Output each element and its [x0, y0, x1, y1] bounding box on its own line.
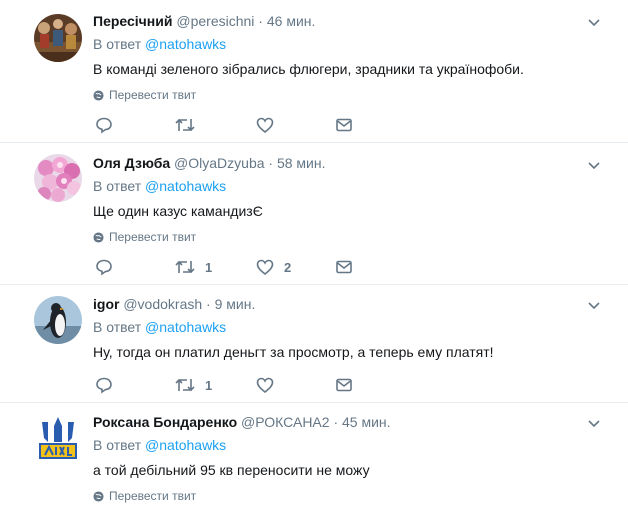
- avatar[interactable]: [34, 154, 82, 202]
- user-handle[interactable]: @РОКСАНА2: [241, 414, 330, 430]
- tweet[interactable]: Оля Дзюба @OlyaDzyuba · 58 мин. В ответ …: [0, 143, 628, 285]
- reply-icon: [96, 377, 112, 394]
- user-handle[interactable]: @vodokrash: [123, 296, 202, 312]
- tweet-text: Ще один казус камандизЄ: [93, 203, 263, 219]
- mention-link[interactable]: @natohawks: [145, 319, 226, 335]
- separator: ·: [333, 414, 339, 430]
- like-icon: [256, 117, 274, 134]
- reply-button[interactable]: [95, 374, 113, 396]
- user-handle[interactable]: @peresichni: [176, 13, 254, 29]
- avatar[interactable]: [34, 296, 82, 344]
- like-button[interactable]: 2: [256, 256, 291, 278]
- tweet-header: Роксана Бондаренко @РОКСАНА2 · 45 мин.: [93, 413, 618, 431]
- tweet-text: а той дебільний 95 кв переносити не можу: [93, 462, 370, 478]
- dm-button[interactable]: [335, 374, 353, 396]
- like-button[interactable]: [256, 114, 284, 136]
- tweet-header: Оля Дзюба @OlyaDzyuba · 58 мин.: [93, 154, 618, 172]
- translate-link[interactable]: Перевести твит: [93, 229, 618, 245]
- tweet-text: Ну, тогда он платил деньгт за просмотр, …: [93, 344, 494, 360]
- mention-link[interactable]: @natohawks: [145, 178, 226, 194]
- dm-icon: [336, 118, 352, 132]
- reply-context: В ответ @natohawks: [93, 177, 618, 195]
- user-name[interactable]: Оля Дзюба: [93, 155, 170, 171]
- user-handle[interactable]: @OlyaDzyuba: [174, 155, 264, 171]
- timestamp[interactable]: 9 мин.: [215, 296, 256, 312]
- tweet[interactable]: Роксана Бондаренко @РОКСАНА2 · 45 мин. В…: [0, 403, 628, 508]
- separator: ·: [258, 13, 263, 29]
- timestamp[interactable]: 58 мин.: [277, 155, 326, 171]
- dm-button[interactable]: [335, 114, 353, 136]
- user-name[interactable]: igor: [93, 296, 119, 312]
- like-button[interactable]: [256, 374, 284, 396]
- timestamp[interactable]: 46 мин.: [267, 13, 316, 29]
- avatar[interactable]: [34, 414, 82, 462]
- dm-button[interactable]: [335, 256, 353, 278]
- like-icon: [256, 259, 274, 276]
- separator: ·: [268, 155, 274, 171]
- dm-icon: [336, 378, 352, 392]
- like-icon: [256, 377, 274, 394]
- tweet-header: igor @vodokrash · 9 мин.: [93, 295, 618, 313]
- tweet[interactable]: Пересічний @peresichni · 46 мин. В ответ…: [0, 0, 628, 143]
- globe-icon: [93, 490, 104, 502]
- retweet-icon: [175, 260, 195, 274]
- reply-button[interactable]: [95, 114, 113, 136]
- mention-link[interactable]: @natohawks: [145, 437, 226, 453]
- retweet-icon: [175, 118, 195, 132]
- translate-label: Перевести твит: [109, 489, 197, 503]
- reply-prefix: В ответ: [93, 178, 142, 194]
- like-count: 2: [284, 259, 292, 275]
- retweet-count: 1: [205, 259, 213, 275]
- retweet-button[interactable]: 1: [175, 374, 212, 396]
- retweet-button[interactable]: [175, 114, 205, 136]
- user-name[interactable]: Роксана Бондаренко: [93, 414, 237, 430]
- mention-link[interactable]: @natohawks: [145, 36, 226, 52]
- reply-icon: [96, 259, 112, 276]
- retweet-button[interactable]: 1: [175, 256, 212, 278]
- retweet-count: 1: [205, 377, 213, 393]
- dm-icon: [336, 260, 352, 274]
- reply-context: В ответ @natohawks: [93, 35, 618, 53]
- reply-prefix: В ответ: [93, 437, 142, 453]
- reply-button[interactable]: [95, 256, 113, 278]
- tweet[interactable]: igor @vodokrash · 9 мин. В ответ @natoha…: [0, 285, 628, 403]
- timestamp[interactable]: 45 мин.: [342, 414, 391, 430]
- tweet-header: Пересічний @peresichni · 46 мин.: [93, 12, 618, 30]
- user-name[interactable]: Пересічний: [93, 13, 172, 29]
- reply-icon: [96, 117, 112, 134]
- globe-icon: [93, 231, 104, 243]
- translate-label: Перевести твит: [109, 230, 197, 244]
- globe-icon: [93, 89, 104, 101]
- reply-context: В ответ @natohawks: [93, 318, 618, 336]
- retweet-icon: [175, 378, 195, 392]
- separator: ·: [206, 296, 211, 312]
- translate-link[interactable]: Перевести твит: [93, 87, 618, 103]
- reply-prefix: В ответ: [93, 319, 142, 335]
- reply-prefix: В ответ: [93, 36, 142, 52]
- translate-label: Перевести твит: [109, 88, 197, 102]
- tweet-text: В команді зеленого зібрались флюгери, зр…: [93, 61, 524, 77]
- translate-link[interactable]: Перевести твит: [93, 488, 618, 504]
- reply-context: В ответ @natohawks: [93, 436, 618, 454]
- avatar[interactable]: [34, 14, 82, 62]
